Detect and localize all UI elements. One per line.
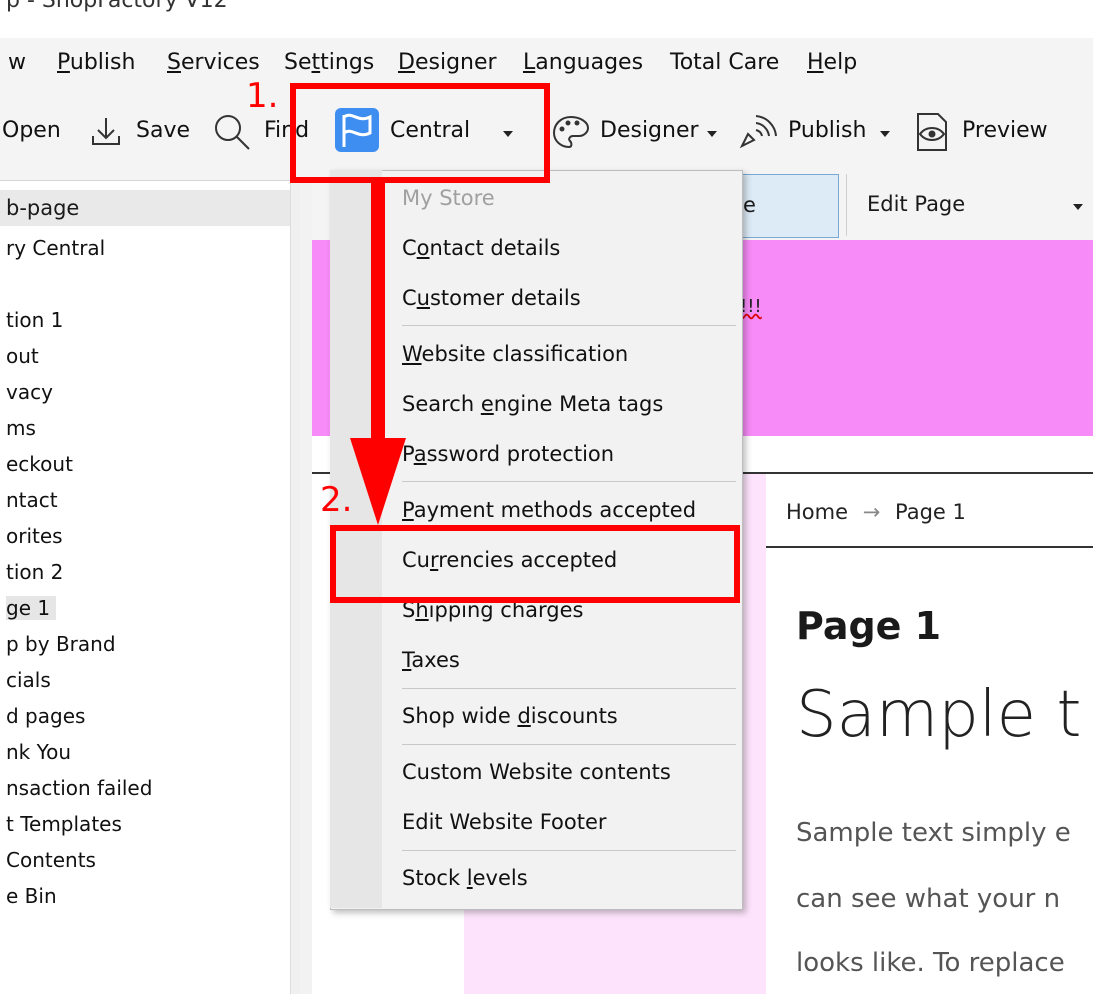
menu-item-stock-levels[interactable]: Stock levels <box>402 866 528 890</box>
chevron-down-icon[interactable] <box>1073 204 1083 210</box>
tree-item-terms[interactable]: ms <box>6 416 36 440</box>
tree-item-privacy[interactable]: vacy <box>6 380 53 404</box>
tree-item-about[interactable]: out <box>6 344 39 368</box>
menu-publish[interactable]: Publish <box>57 50 135 75</box>
menu-languages[interactable]: Languages <box>523 50 643 75</box>
publish-signal-icon[interactable] <box>738 110 780 152</box>
page-tree-panel <box>0 181 301 994</box>
tab-active-label: e <box>743 193 756 217</box>
open-button[interactable]: Open <box>2 118 61 143</box>
breadcrumb-divider <box>766 546 1093 548</box>
menu-item-website-classification[interactable]: Website classification <box>402 342 628 366</box>
annotation-box-currencies <box>330 525 740 603</box>
designer-dropdown-caret[interactable] <box>707 131 717 137</box>
menu-item-taxes[interactable]: Taxes <box>402 648 460 672</box>
annotation-arrow-down-icon <box>350 180 406 525</box>
menu-item-edit-website-footer[interactable]: Edit Website Footer <box>402 810 607 834</box>
tree-item-templates[interactable]: t Templates <box>6 812 122 836</box>
annotation-step-2: 2. <box>320 480 353 520</box>
page-tree-header-label: b-page <box>6 196 80 220</box>
tree-item-section-2[interactable]: tion 2 <box>6 560 63 584</box>
annotation-step-1: 1. <box>246 76 279 116</box>
page-tree-header: b-page <box>0 190 294 226</box>
banner-text: !!! <box>740 296 762 317</box>
menu-total-care[interactable]: Total Care <box>670 50 779 75</box>
tree-item-contact[interactable]: ntact <box>6 488 58 512</box>
tree-item-specials[interactable]: cials <box>6 668 51 692</box>
menu-item-customer-details[interactable]: Customer details <box>402 286 581 310</box>
breadcrumb-home[interactable]: Home <box>786 500 848 524</box>
tree-item-checkout[interactable]: eckout <box>6 452 73 476</box>
menu-separator <box>402 744 736 745</box>
menu-separator <box>402 325 736 326</box>
tree-item-recycle-bin[interactable]: e Bin <box>6 884 57 908</box>
designer-button[interactable]: Designer <box>600 118 699 143</box>
publish-button[interactable]: Publish <box>788 118 866 143</box>
breadcrumb: Home → Page 1 <box>786 500 966 524</box>
tree-item-contents[interactable]: Contents <box>6 848 96 872</box>
tree-item-transaction-failed[interactable]: nsaction failed <box>6 776 152 800</box>
body-text-line-3: looks like. To replace <box>796 948 1065 978</box>
menu-item-contact-details[interactable]: Contact details <box>402 236 560 260</box>
menu-item-meta-tags[interactable]: Search engine Meta tags <box>402 392 663 416</box>
menu-item-payment-methods[interactable]: Payment methods accepted <box>402 498 696 522</box>
publish-dropdown-caret[interactable] <box>880 131 890 137</box>
breadcrumb-arrow-icon: → <box>862 500 881 524</box>
menu-services[interactable]: Services <box>167 50 260 75</box>
tree-item-central[interactable]: ry Central <box>6 236 105 260</box>
menu-item-shop-wide-discounts[interactable]: Shop wide discounts <box>402 704 618 728</box>
tree-item-hidden-pages[interactable]: d pages <box>6 704 85 728</box>
menu-separator <box>402 481 736 482</box>
window-title-bar: p - ShopFactory V12 <box>0 0 1093 34</box>
annotation-box-central <box>290 83 550 183</box>
tree-item-page-1[interactable]: ge 1 <box>6 596 57 620</box>
menu-help[interactable]: Help <box>807 50 857 75</box>
body-text-line-1: Sample text simply e <box>796 818 1071 848</box>
tab-edit-page-label: Edit Page <box>867 192 966 216</box>
sample-heading: Sample t <box>796 678 1082 752</box>
menu-item-custom-website-contents[interactable]: Custom Website contents <box>402 760 671 784</box>
tab-edit-page[interactable]: Edit Page <box>846 174 1093 236</box>
menu-bar: w Publish Services Settings Designer Lan… <box>0 38 1093 88</box>
tree-item-section-1[interactable]: tion 1 <box>6 308 63 332</box>
tree-item-thank-you[interactable]: nk You <box>6 740 71 764</box>
preview-icon[interactable] <box>912 112 950 152</box>
page-title: Page 1 <box>796 604 942 648</box>
save-button[interactable]: Save <box>136 118 190 143</box>
save-icon[interactable] <box>88 114 124 150</box>
menu-item-password-protection[interactable]: Password protection <box>402 442 614 466</box>
menu-designer[interactable]: Designer <box>398 50 497 75</box>
search-icon[interactable] <box>212 112 252 152</box>
breadcrumb-page[interactable]: Page 1 <box>895 500 966 524</box>
tree-item-favorites[interactable]: orites <box>6 524 63 548</box>
menu-settings[interactable]: Settings <box>284 50 374 75</box>
preview-button[interactable]: Preview <box>962 118 1048 143</box>
tree-item-shop-by-brand[interactable]: p by Brand <box>6 632 116 656</box>
palette-icon[interactable] <box>552 114 590 150</box>
menu-separator <box>402 850 736 851</box>
menu-view[interactable]: w <box>8 50 26 75</box>
menu-separator <box>402 688 736 689</box>
body-text-line-2: can see what your n <box>796 884 1061 914</box>
window-title: p - ShopFactory V12 <box>6 0 228 13</box>
